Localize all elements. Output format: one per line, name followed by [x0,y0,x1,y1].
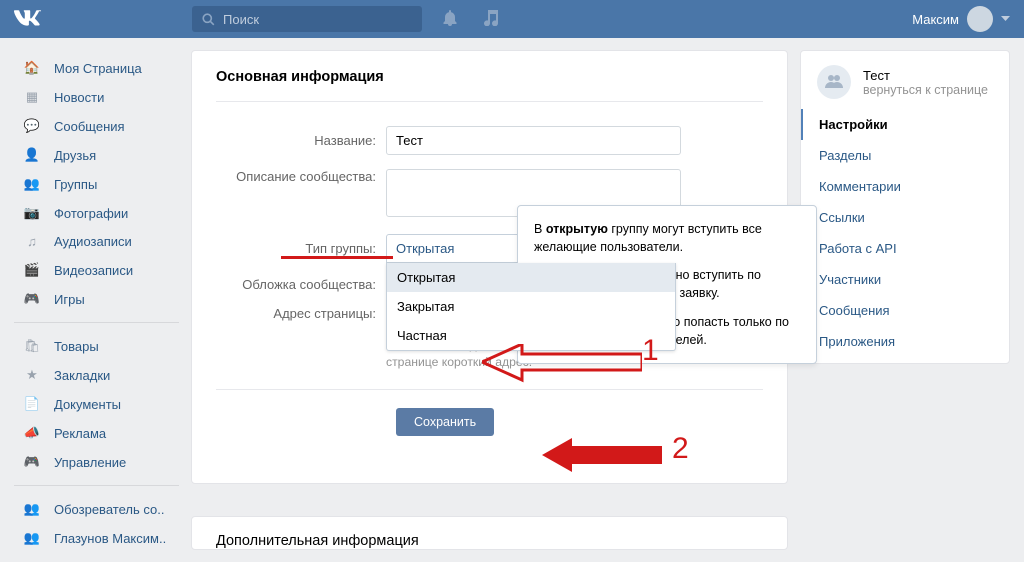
rnav-api[interactable]: Работа с API [801,233,1009,264]
search-placeholder: Поиск [223,12,259,27]
right-column: Тест вернуться к странице Настройки Разд… [800,50,1010,550]
home-icon: 🏠 [22,60,42,76]
extra-heading: Дополнительная информация [216,533,763,549]
friends-icon: 👤 [22,147,42,163]
group-card: Тест вернуться к странице Настройки Разд… [800,50,1010,364]
group-icon: 👥 [22,530,42,546]
group-avatar [817,65,851,99]
input-name[interactable] [386,126,681,155]
annotation-arrow-1 [482,344,642,384]
groups-icon: 👥 [22,176,42,192]
user-name: Максим [912,12,959,27]
nav-my-page[interactable]: 🏠Моя Страница [14,56,179,80]
topbar: Поиск Максим [0,0,1024,38]
group-icon: 👥 [22,501,42,517]
extra-info-card: Дополнительная информация [191,516,788,550]
user-menu[interactable]: Максим [912,6,1010,32]
search-input[interactable]: Поиск [192,6,422,32]
nav-manage[interactable]: 🎮Управление [14,450,179,474]
nav-friends[interactable]: 👤Друзья [14,143,179,167]
rnav-sections[interactable]: Разделы [801,140,1009,171]
nav-community-2[interactable]: 👥Глазунов Максим.. [14,526,179,550]
settings-nav: Настройки Разделы Комментарии Ссылки Раб… [801,109,1009,357]
annotation-number-2: 2 [672,432,689,466]
nav-groups[interactable]: 👥Группы [14,172,179,196]
rnav-members[interactable]: Участники [801,264,1009,295]
nav-market[interactable]: 🛍Товары [14,334,179,358]
nav-games[interactable]: 🎮Игры [14,287,179,311]
bag-icon: 🛍 [22,338,42,354]
label-addr: Адрес страницы: [216,306,386,321]
star-icon: ★ [22,367,42,383]
gamepad-icon: 🎮 [22,454,42,470]
annotation-arrow-2 [542,438,662,474]
nav-audio[interactable]: ♫Аудиозаписи [14,230,179,253]
label-name: Название: [216,133,386,148]
rnav-settings[interactable]: Настройки [801,109,1009,140]
label-cover: Обложка сообщества: [216,277,386,292]
search-icon [202,13,215,26]
music-icon[interactable] [484,10,498,29]
news-icon: ▦ [22,89,42,105]
bell-icon[interactable] [442,10,458,29]
nav-news[interactable]: ▦Новости [14,85,179,109]
main-settings-card: Основная информация Название: Описание с… [191,50,788,484]
save-button[interactable]: Сохранить [396,408,494,436]
nav-docs[interactable]: 📄Документы [14,392,179,416]
games-icon: 🎮 [22,291,42,307]
rnav-comments[interactable]: Комментарии [801,171,1009,202]
nav-messages[interactable]: 💬Сообщения [14,114,179,138]
camera-icon: 📷 [22,205,42,221]
annotation-underline [281,256,393,259]
nav-bookmarks[interactable]: ★Закладки [14,363,179,387]
top-icons [442,10,498,29]
doc-icon: 📄 [22,396,42,412]
nav-community-1[interactable]: 👥Обозреватель со.. [14,497,179,521]
chevron-down-icon [1001,16,1010,22]
rnav-apps[interactable]: Приложения [801,326,1009,357]
label-desc: Описание сообщества: [216,169,386,184]
main-heading: Основная информация [216,69,763,102]
vk-logo[interactable] [14,10,42,28]
rnav-messages[interactable]: Сообщения [801,295,1009,326]
avatar [967,6,993,32]
group-back-link[interactable]: вернуться к странице [863,83,988,97]
label-type: Тип группы: [216,241,386,256]
dropdown-list: Открытая Закрытая Частная [386,263,676,351]
video-icon: 🎬 [22,262,42,278]
annotation-number-1: 1 [642,334,659,368]
nav-photos[interactable]: 📷Фотографии [14,201,179,225]
nav-video[interactable]: 🎬Видеозаписи [14,258,179,282]
message-icon: 💬 [22,118,42,134]
audio-icon: ♫ [22,234,42,249]
dropdown-option-closed[interactable]: Закрытая [387,292,675,321]
dropdown-option-open[interactable]: Открытая [387,263,675,292]
left-nav: 🏠Моя Страница ▦Новости 💬Сообщения 👤Друзь… [14,50,179,550]
horn-icon: 📣 [22,425,42,441]
group-name[interactable]: Тест [863,68,988,83]
rnav-links[interactable]: Ссылки [801,202,1009,233]
nav-ads[interactable]: 📣Реклама [14,421,179,445]
